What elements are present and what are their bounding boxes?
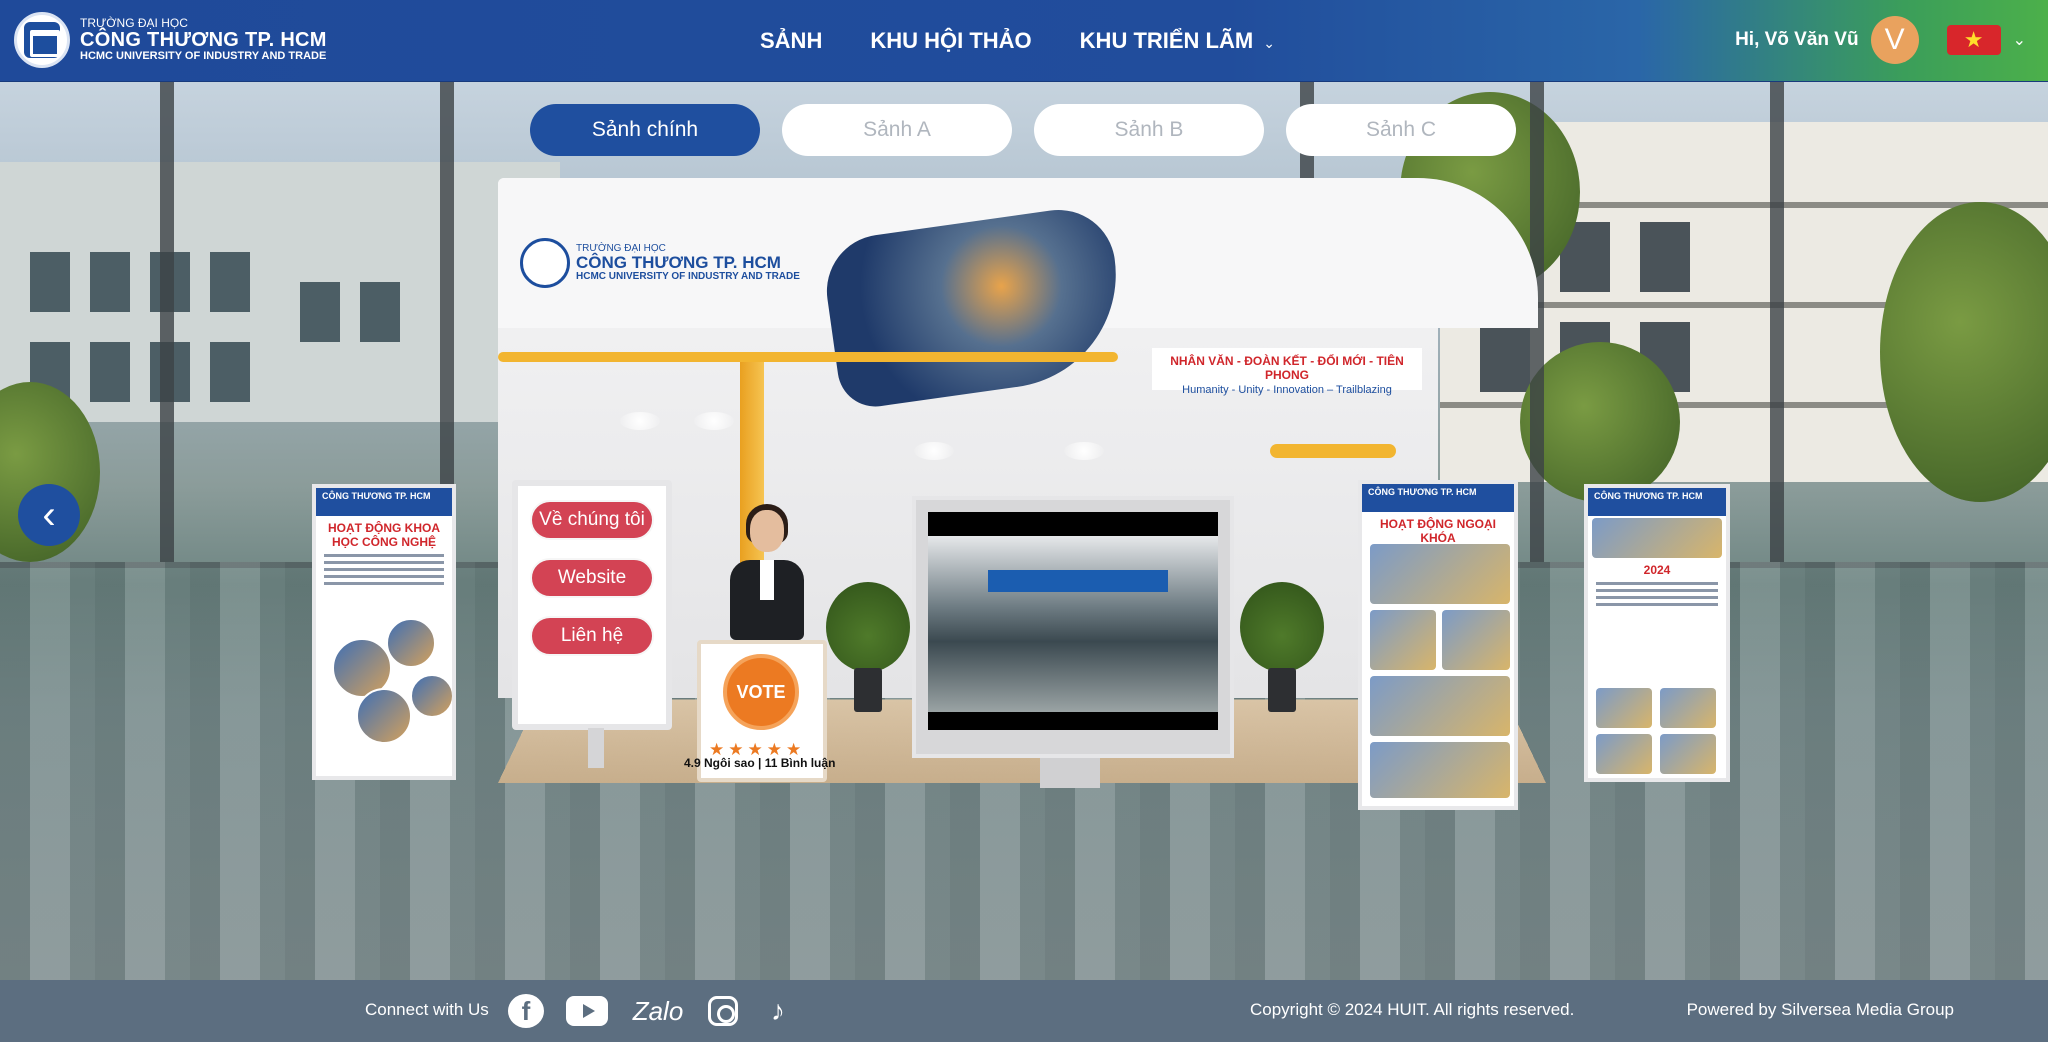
logo-line-3: HCMC UNIVERSITY OF INDUSTRY AND TRADE xyxy=(80,50,327,63)
booth-video-screen[interactable] xyxy=(912,496,1234,758)
rating-text: 4.9 Ngôi sao | 11 Bình luận xyxy=(684,756,836,770)
nav-item-conference[interactable]: KHU HỘI THẢO xyxy=(870,28,1031,54)
avatar[interactable]: V xyxy=(1870,16,1919,64)
main-nav: SẢNH KHU HỘI THẢO KHU TRIỂN LÃM ⌄ xyxy=(760,0,1323,82)
connect-label: Connect with Us xyxy=(365,1000,489,1019)
university-logo[interactable]: TRƯỜNG ĐẠI HỌC CÔNG THƯƠNG TP. HCM HCMC … xyxy=(14,12,327,68)
tree-decoration xyxy=(1520,342,1680,502)
virtual-hall-scene: Sảnh chính Sảnh A Sảnh B Sảnh C TRƯỜNG Đ… xyxy=(0,82,2048,980)
instagram-icon[interactable] xyxy=(708,996,738,1026)
poster-research[interactable]: CÔNG THƯƠNG TP. HCM HOẠT ĐỘNG KHOA HỌC C… xyxy=(312,484,456,780)
language-chevron-down-icon[interactable]: ⌄ xyxy=(2013,30,2026,50)
social-links: f Zalo ♪ xyxy=(508,994,796,1028)
tab-hall-c[interactable]: Sảnh C xyxy=(1286,104,1516,156)
plant-decoration xyxy=(826,582,910,712)
hall-tabs: Sảnh chính Sảnh A Sảnh B Sảnh C xyxy=(530,104,1516,156)
about-us-button[interactable]: Về chúng tôi xyxy=(530,500,654,540)
background-building-left xyxy=(0,162,560,422)
logo-line-2: CÔNG THƯƠNG TP. HCM xyxy=(80,29,327,52)
user-greeting: Hi, Võ Văn Vũ xyxy=(1735,29,1859,50)
plant-decoration xyxy=(1240,582,1324,712)
contact-button[interactable]: Liên hệ xyxy=(530,616,654,656)
previous-booth-button[interactable]: ‹ xyxy=(18,484,80,546)
nav-item-lobby[interactable]: SẢNH xyxy=(760,28,822,54)
copyright-text: Copyright © 2024 HUIT. All rights reserv… xyxy=(1250,1000,1575,1019)
facebook-icon[interactable]: f xyxy=(508,994,544,1028)
powered-by-text: Powered by Silversea Media Group xyxy=(1686,1000,1954,1019)
zalo-icon[interactable]: Zalo xyxy=(630,994,686,1028)
footer: Connect with Us f Zalo ♪ Copyright © 202… xyxy=(0,980,2048,1042)
university-seal-icon xyxy=(14,12,70,68)
vote-button[interactable]: VOTE xyxy=(723,654,799,730)
user-area: Hi, Võ Văn Vũ V ⌄ xyxy=(1735,16,2026,64)
youtube-icon[interactable] xyxy=(566,996,608,1026)
university-seal-icon xyxy=(520,238,570,288)
tab-main-hall[interactable]: Sảnh chính xyxy=(530,104,760,156)
vietnam-flag-icon[interactable] xyxy=(1946,25,2001,55)
poster-extracurricular[interactable]: CÔNG THƯƠNG TP. HCM HOẠT ĐỘNG NGOẠI KHÓA xyxy=(1358,480,1518,810)
tiktok-icon[interactable]: ♪ xyxy=(760,994,796,1028)
chevron-down-icon: ⌄ xyxy=(1263,34,1275,51)
chevron-left-icon: ‹ xyxy=(42,492,56,537)
booth-menu-panel: Về chúng tôi Website Liên hệ xyxy=(512,480,672,730)
top-header: TRƯỜNG ĐẠI HỌC CÔNG THƯƠNG TP. HCM HCMC … xyxy=(0,0,2048,82)
tab-hall-b[interactable]: Sảnh B xyxy=(1034,104,1264,156)
booth-logo: TRƯỜNG ĐẠI HỌC CÔNG THƯƠNG TP. HCM HCMC … xyxy=(520,238,800,288)
nav-item-exhibition[interactable]: KHU TRIỂN LÃM ⌄ xyxy=(1080,28,1275,54)
booth-slogan: NHÂN VĂN - ĐOÀN KẾT - ĐỔI MỚI - TIÊN PHO… xyxy=(1152,348,1422,396)
website-button[interactable]: Website xyxy=(530,558,654,598)
poster-admissions[interactable]: CÔNG THƯƠNG TP. HCM 2024 xyxy=(1584,484,1730,782)
tab-hall-a[interactable]: Sảnh A xyxy=(782,104,1012,156)
